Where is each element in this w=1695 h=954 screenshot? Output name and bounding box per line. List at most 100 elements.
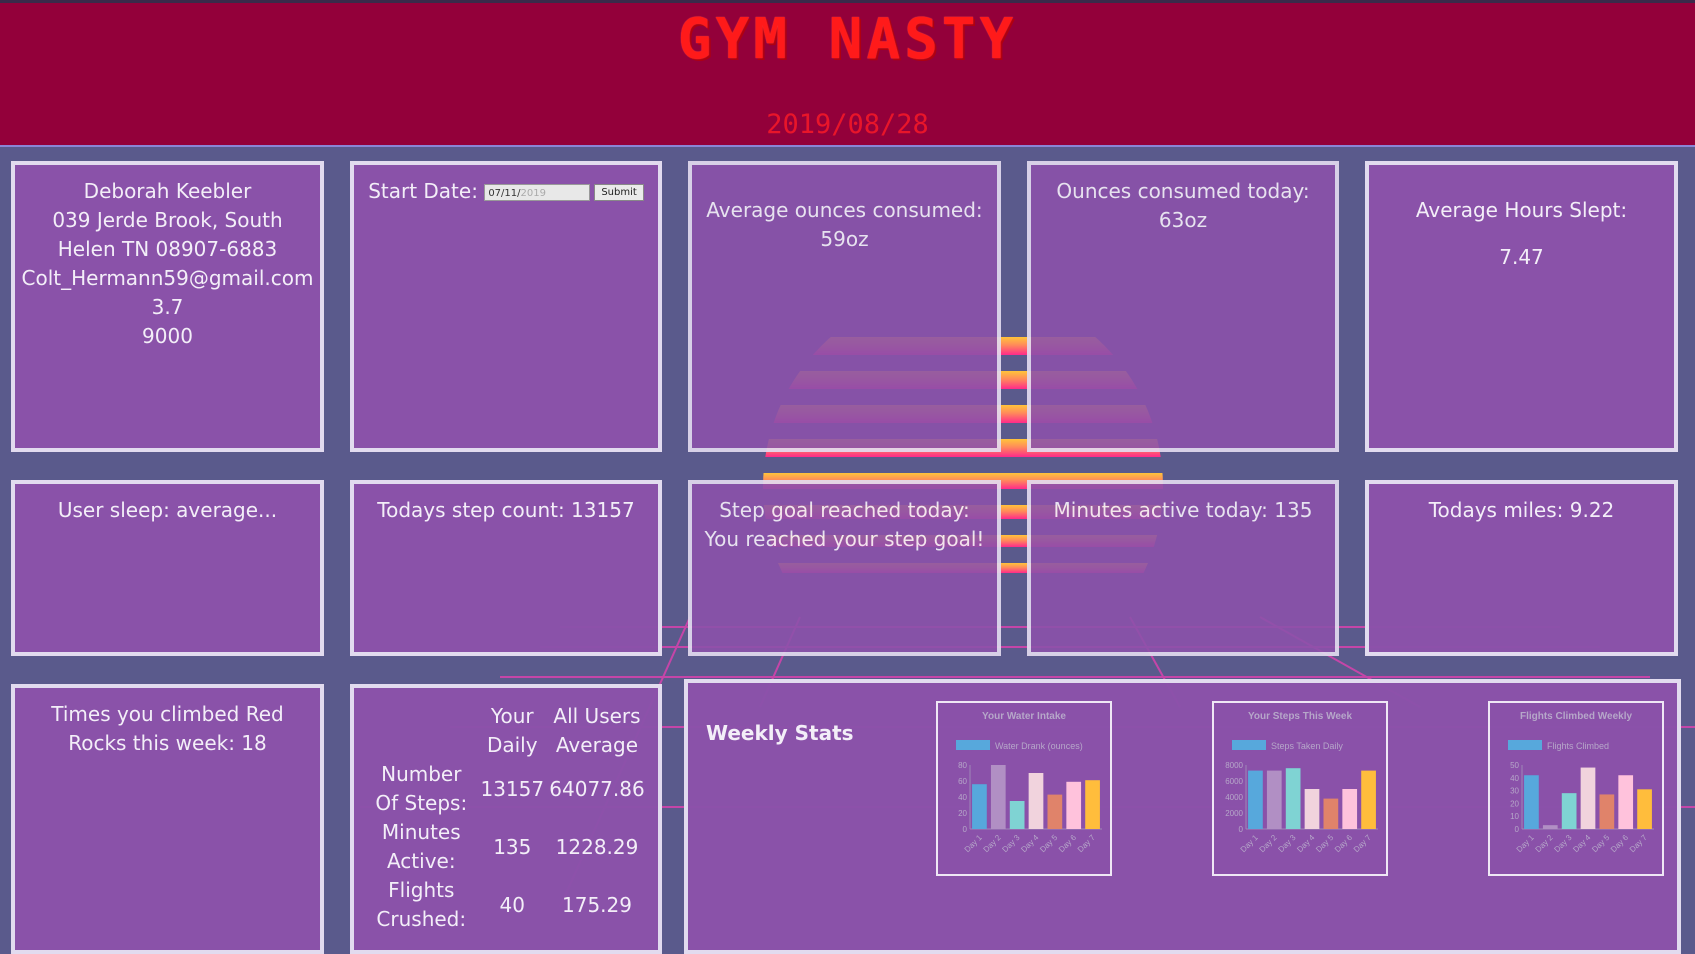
bar	[1085, 780, 1100, 829]
bar	[1561, 793, 1577, 829]
user-stride-length: 3.7	[151, 295, 184, 319]
col-all-users-average: All Users Average	[553, 704, 641, 757]
bar	[972, 784, 987, 829]
y-tick-label: 40	[1510, 774, 1519, 783]
chart-title: Your Water Intake	[982, 711, 1066, 722]
x-tick-label: Day 7	[1076, 833, 1098, 855]
row-label: Flights Crushed:	[376, 878, 467, 931]
step-count-text: Todays step count: 13157	[377, 498, 635, 522]
bar	[1637, 789, 1652, 829]
col-your-daily: Your Daily	[486, 704, 538, 757]
x-tick-label: Day 5	[1590, 833, 1612, 855]
table-row: Minutes Active: 135 1228.29	[365, 818, 646, 876]
x-tick-label: Day 3	[1552, 833, 1574, 855]
x-tick-label: Day 4	[1295, 833, 1317, 855]
minutes-active-card: Minutes active today: 135	[1027, 480, 1339, 656]
bar	[990, 765, 1006, 829]
bar	[1524, 775, 1539, 829]
row-all-value: 64077.86	[549, 776, 645, 801]
app-title: GYM NASTY	[677, 7, 1018, 72]
x-tick-label: Day 2	[1534, 833, 1556, 855]
chart-title: Flights Climbed Weekly	[1520, 711, 1632, 722]
row-your-value: 40	[499, 892, 525, 917]
y-tick-label: 0	[1239, 825, 1244, 834]
legend-swatch	[956, 740, 990, 750]
bar	[1342, 789, 1358, 829]
user-email: Colt_Hermann59@gmail.com	[21, 266, 314, 290]
avg-hours-slept-value: 7.47	[1499, 245, 1544, 269]
submit-button[interactable]: Submit	[594, 184, 644, 201]
red-rocks-card: Times you climbed Red Rocks this week: 1…	[11, 684, 324, 954]
x-tick-label: Day 2	[982, 833, 1004, 855]
row-your-value: 135	[493, 834, 532, 859]
step-goal-card: Step goal reached today: You reached you…	[688, 480, 1001, 656]
y-tick-label: 20	[1510, 799, 1519, 808]
bar	[1361, 770, 1376, 829]
x-tick-label: Day 5	[1314, 833, 1336, 855]
bar	[1542, 825, 1558, 829]
legend-label: Steps Taken Daily	[1271, 741, 1343, 751]
ounces-today-value: 63oz	[1158, 208, 1208, 232]
x-tick-label: Day 1	[1239, 833, 1261, 855]
miles-text: Todays miles: 9.22	[1428, 498, 1615, 522]
row-all-value: 175.29	[562, 892, 632, 917]
step-goal-message: You reached your step goal!	[704, 527, 985, 551]
water-intake-chart: Your Water Intake Water Drank (ounces) 0 20…	[936, 701, 1112, 876]
x-tick-label: Day 3	[1000, 833, 1022, 855]
legend-swatch	[1232, 740, 1266, 750]
bar	[1248, 770, 1263, 829]
y-tick-label: 20	[958, 809, 967, 818]
avg-hours-slept-card: Average Hours Slept: 7.47	[1365, 161, 1678, 452]
user-address-line1: 039 Jerde Brook, South	[52, 208, 283, 232]
user-sleep-card: User sleep: average...	[11, 480, 324, 656]
bar	[1285, 768, 1301, 829]
page-header: GYM NASTY 2019/08/28	[0, 3, 1695, 147]
legend-swatch	[1508, 740, 1542, 750]
minutes-active-text: Minutes active today: 135	[1053, 498, 1313, 522]
comparison-header-row: Your Daily All Users Average	[365, 702, 646, 760]
comparison-card: Your Daily All Users Average Number Of S…	[350, 684, 662, 954]
legend-label: Water Drank (ounces)	[995, 741, 1083, 751]
user-name: Deborah Keebler	[83, 179, 252, 203]
chart-title: Your Steps This Week	[1248, 711, 1353, 722]
y-tick-label: 4000	[1225, 793, 1243, 802]
step-count-card: Todays step count: 13157	[350, 480, 662, 656]
y-tick-label: 6000	[1225, 777, 1243, 786]
ounces-today-card: Ounces consumed today: 63oz	[1027, 161, 1339, 452]
x-tick-label: Day 1	[963, 833, 985, 855]
current-date: 2019/08/28	[766, 109, 929, 140]
y-tick-label: 2000	[1225, 809, 1243, 818]
x-tick-label: Day 7	[1352, 833, 1374, 855]
avg-ounces-value: 59oz	[820, 227, 869, 251]
red-rocks-text: Times you climbed Red Rocks this week: 1…	[51, 702, 284, 755]
x-tick-label: Day 6	[1057, 833, 1079, 855]
table-row: Flights Crushed: 40 175.29	[365, 876, 646, 934]
x-tick-label: Day 2	[1258, 833, 1280, 855]
start-date-label: Start Date:	[368, 179, 478, 203]
y-tick-label: 50	[1510, 761, 1519, 770]
x-tick-label: Day 6	[1333, 833, 1355, 855]
y-tick-label: 60	[958, 777, 967, 786]
bar	[1618, 775, 1634, 829]
row-label: Minutes Active:	[381, 820, 461, 873]
weekly-stats-title: Weekly Stats	[706, 721, 854, 745]
x-tick-label: Day 7	[1628, 833, 1650, 855]
user-sleep-text: User sleep: average...	[57, 498, 278, 522]
legend-label: Flights Climbed	[1547, 741, 1609, 751]
y-tick-label: 10	[1510, 812, 1519, 821]
bar	[1266, 770, 1282, 829]
x-tick-label: Day 3	[1276, 833, 1298, 855]
start-date-card: Start Date: 07/11/2019 Submit	[350, 161, 662, 452]
x-tick-label: Day 6	[1609, 833, 1631, 855]
bar	[1028, 773, 1044, 829]
avg-ounces-label: Average ounces consumed:	[706, 198, 983, 222]
step-goal-label: Step goal reached today:	[719, 498, 970, 522]
table-row: Number Of Steps: 13157 64077.86	[365, 760, 646, 818]
y-tick-label: 40	[958, 793, 967, 802]
bar	[1304, 789, 1320, 829]
y-tick-label: 30	[1510, 787, 1519, 796]
start-date-input[interactable]: 07/11/2019	[484, 184, 591, 201]
y-tick-label: 0	[963, 825, 968, 834]
y-tick-label: 0	[1515, 825, 1520, 834]
row-all-value: 1228.29	[555, 834, 639, 859]
